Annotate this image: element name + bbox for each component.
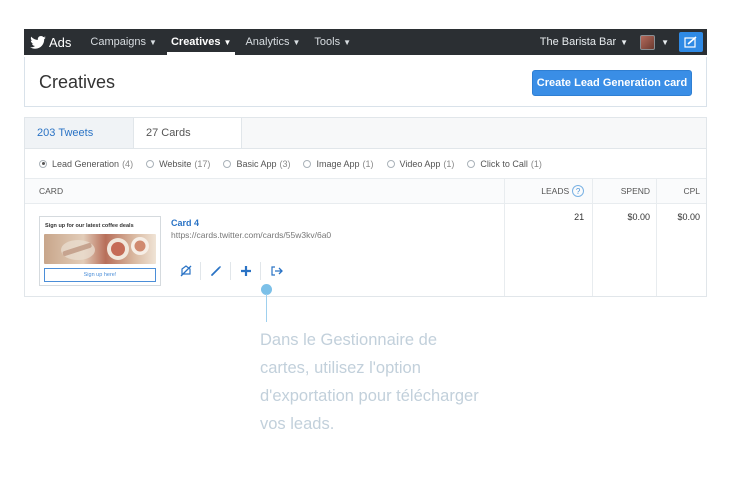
column-header-leads[interactable]: LEADS ?: [504, 178, 592, 204]
table-header: CARD LEADS ? SPEND CPL: [25, 178, 706, 204]
filter-count: (4): [122, 158, 134, 169]
radio-button[interactable]: [146, 159, 155, 168]
filter-count: (1): [362, 158, 374, 169]
chevron-down-icon: ▼: [223, 37, 232, 47]
column-header-cpl[interactable]: CPL: [656, 178, 706, 204]
preview-image: [44, 234, 156, 264]
filter-label: Click to Call: [480, 158, 528, 169]
page: Ads Campaigns ▼ Creatives ▼ Analytics ▼ …: [0, 0, 750, 493]
edit-card-button[interactable]: [201, 262, 231, 280]
column-header-label: LEADS: [541, 186, 570, 196]
nav-label: Analytics: [245, 36, 290, 48]
filter-website[interactable]: Website (17): [146, 159, 210, 169]
cards-panel: 203 Tweets 27 Cards Lead Generation (4) …: [24, 117, 707, 297]
page-header: Creatives Create Lead Generation card: [24, 57, 707, 107]
chevron-down-icon: ▼: [343, 37, 351, 47]
card-cell: Sign up for our latest coffee deals Sign…: [25, 204, 504, 296]
add-to-tweet-button[interactable]: [231, 262, 261, 280]
nav-tools[interactable]: Tools ▼: [307, 29, 358, 55]
chevron-down-icon: ▼: [661, 37, 669, 47]
create-lead-gen-card-button[interactable]: Create Lead Generation card: [532, 70, 692, 96]
avatar[interactable]: [640, 34, 656, 50]
filter-count: (1): [443, 158, 455, 169]
filter-count: (1): [530, 158, 542, 169]
account-name: The Barista Bar: [539, 36, 617, 48]
radio-button[interactable]: [467, 159, 476, 168]
filter-count: (17): [194, 158, 211, 169]
page-title: Creatives: [39, 72, 116, 92]
nav-analytics[interactable]: Analytics ▼: [238, 29, 307, 55]
radio-button[interactable]: [386, 159, 395, 168]
filter-lead-generation[interactable]: Lead Generation (4): [39, 159, 133, 169]
card-actions: [171, 262, 291, 280]
toggle-card-button[interactable]: [171, 262, 201, 280]
filter-label: Image App: [316, 158, 360, 169]
tab-cards[interactable]: 27 Cards: [134, 118, 242, 148]
compose-icon: [684, 36, 697, 48]
plus-icon: [240, 266, 251, 276]
preview-title: Sign up for our latest coffee deals: [45, 223, 134, 229]
spend-value: $0.00: [592, 204, 656, 296]
chevron-down-icon: ▼: [620, 37, 629, 47]
card-url: https://cards.twitter.com/cards/55w3kv/6…: [171, 230, 332, 240]
radio-button[interactable]: [39, 159, 47, 168]
preview-signup-button: Sign up here!: [44, 268, 156, 282]
tab-tweets[interactable]: 203 Tweets: [25, 118, 134, 148]
tab-bar: 203 Tweets 27 Cards: [25, 118, 706, 149]
account-switcher[interactable]: The Barista Bar ▼ ▼: [539, 34, 669, 50]
nav-creatives[interactable]: Creatives ▼: [164, 29, 238, 55]
top-nav-bar: Ads Campaigns ▼ Creatives ▼ Analytics ▼ …: [24, 29, 707, 55]
ads-logo[interactable]: Ads: [30, 35, 71, 50]
edit-pencil-icon: [210, 265, 221, 276]
column-header-spend[interactable]: SPEND: [592, 178, 656, 204]
callout-text: Dans le Gestionnaire de cartes, utilisez…: [260, 331, 479, 433]
card-type-filters: Lead Generation (4) Website (17) Basic A…: [25, 149, 706, 179]
chevron-down-icon: ▼: [292, 37, 301, 47]
compose-button[interactable]: [679, 32, 703, 52]
column-header-card[interactable]: CARD: [25, 179, 504, 204]
cpl-value: $0.00: [656, 204, 706, 296]
tab-count: 27: [146, 127, 159, 139]
tab-label: Tweets: [58, 127, 94, 139]
filter-label: Website: [159, 158, 192, 169]
table-row: Sign up for our latest coffee deals Sign…: [25, 204, 706, 296]
filter-image-app[interactable]: Image App (1): [303, 158, 374, 169]
filter-label: Video App: [399, 158, 441, 169]
nav-campaigns[interactable]: Campaigns ▼: [83, 29, 164, 55]
export-icon: [270, 266, 283, 276]
coffee-cups-image: [61, 237, 149, 260]
nav-label: Campaigns: [90, 36, 147, 48]
card-preview[interactable]: Sign up for our latest coffee deals Sign…: [39, 216, 161, 286]
callout-pointer-line: [266, 294, 267, 322]
chevron-down-icon: ▼: [149, 37, 157, 47]
tab-count: 203: [37, 127, 56, 139]
radio-button[interactable]: [223, 159, 232, 168]
filter-basic-app[interactable]: Basic App (3): [223, 159, 290, 169]
leads-value: 21: [504, 204, 592, 296]
card-name-link[interactable]: Card 4: [171, 218, 199, 228]
twitter-bird-icon: [30, 35, 46, 49]
nav-label: Tools: [314, 36, 341, 48]
radio-button[interactable]: [303, 159, 312, 168]
tab-label: Cards: [161, 127, 191, 139]
filter-click-to-call[interactable]: Click to Call (1): [467, 159, 542, 169]
toggle-off-icon: [180, 265, 191, 277]
export-leads-button[interactable]: [261, 262, 291, 280]
nav-label: Creatives: [170, 36, 221, 48]
brand-label: Ads: [49, 34, 72, 50]
help-icon[interactable]: ?: [572, 185, 585, 197]
filter-video-app[interactable]: Video App (1): [386, 158, 455, 169]
filter-label: Lead Generation: [52, 158, 120, 169]
filter-count: (3): [279, 158, 291, 169]
filter-label: Basic App: [236, 158, 277, 169]
